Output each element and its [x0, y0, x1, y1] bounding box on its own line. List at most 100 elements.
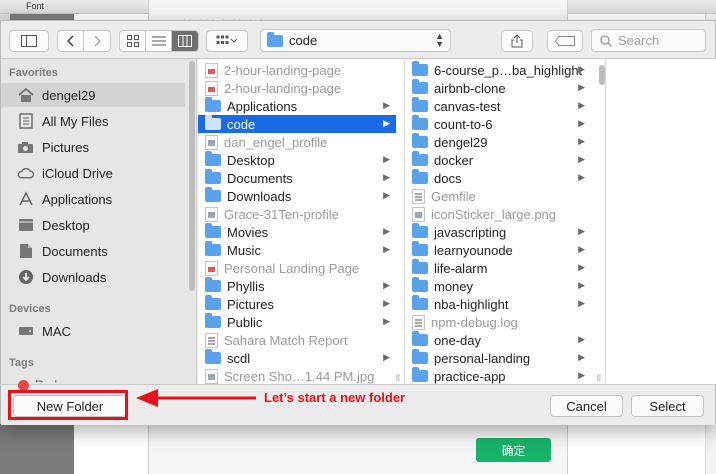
folder-row[interactable]: Movies ▶ [198, 223, 396, 241]
browser-column-empty [606, 59, 716, 384]
disclosure-triangle-icon: ▶ [383, 316, 390, 326]
folder-row[interactable]: Phyllis ▶ [198, 277, 396, 295]
tags-heading: Tags [9, 357, 34, 369]
image-file-icon [412, 206, 425, 222]
select-button[interactable]: Select [631, 395, 704, 417]
column-resize-handle[interactable]: || [597, 373, 601, 382]
share-button[interactable] [501, 30, 533, 52]
folder-icon [205, 277, 221, 292]
folder-row[interactable]: nba-highlight ▶ [405, 295, 591, 313]
sidebar-item-desktop[interactable]: Desktop [1, 213, 185, 237]
file-row[interactable]: Gemfile [405, 187, 591, 205]
file-row[interactable]: iconSticker_large.png [405, 205, 591, 223]
folder-row[interactable]: Music ▶ [198, 241, 396, 259]
disclosure-triangle-icon: ▶ [578, 172, 585, 182]
folder-icon [205, 223, 221, 238]
sidebar-item-icloud-drive[interactable]: iCloud Drive [1, 161, 185, 185]
back-button[interactable] [58, 31, 84, 51]
sidebar-item-label: All My Files [42, 113, 109, 129]
row-label: Desktop [227, 152, 275, 168]
up-down-arrows-icon: ▲ ▼ [435, 31, 444, 49]
folder-row[interactable]: code ▶ [198, 115, 396, 133]
folder-row[interactable]: Desktop ▶ [198, 151, 396, 169]
forward-button[interactable] [84, 31, 110, 51]
column-resize-handle[interactable]: || [396, 373, 400, 382]
folder-row[interactable]: Documents ▶ [198, 169, 396, 187]
sidebar-scrollbar[interactable] [189, 61, 195, 291]
sidebar-item-label: Desktop [42, 217, 90, 233]
folder-row[interactable]: Applications ▶ [198, 97, 396, 115]
sidebar-item-label: MAC [42, 323, 71, 339]
icon-view-button[interactable] [120, 31, 146, 51]
disclosure-triangle-icon: ▶ [383, 154, 390, 164]
row-label: Documents [227, 170, 293, 186]
sidebar-toggle-button[interactable] [9, 30, 49, 52]
row-label: 6-course_p…ba_highlight [434, 62, 583, 78]
folder-row[interactable]: Pictures ▶ [198, 295, 396, 313]
file-row[interactable]: 2-hour-landing-page [198, 79, 396, 97]
cancel-button[interactable]: Cancel [550, 395, 623, 417]
browser-column-home: 2-hour-landing-page 2-hour-landing-page Ap… [198, 59, 405, 384]
sidebar-item-pictures[interactable]: Pictures [1, 135, 185, 159]
folder-row[interactable]: 6-course_p…ba_highlight ▶ [405, 61, 591, 79]
folder-row[interactable]: javascripting ▶ [405, 223, 591, 241]
column-view-button[interactable] [172, 31, 198, 51]
tag-button[interactable] [547, 30, 583, 52]
folder-row[interactable]: learnyounode ▶ [405, 241, 591, 259]
file-row[interactable]: Grace-31Ten-profile [198, 205, 396, 223]
file-row[interactable]: Personal Landing Page [198, 259, 396, 277]
folder-row[interactable]: docker ▶ [405, 151, 591, 169]
folder-row[interactable]: personal-landing ▶ [405, 349, 591, 367]
sidebar-item-downloads[interactable]: Downloads [1, 265, 185, 289]
folder-icon [412, 349, 428, 364]
folder-row[interactable]: Public ▶ [198, 313, 396, 331]
sidebar-item-all-my-files[interactable]: All My Files [1, 109, 185, 133]
back-forward-control [57, 30, 111, 52]
row-label: practice-app [434, 368, 506, 384]
sidebar-item-mac[interactable]: MAC [1, 319, 185, 343]
folder-row[interactable]: count-to-6 ▶ [405, 115, 591, 133]
sidebar-item-home[interactable]: dengel29 [1, 83, 185, 107]
desktop-icon [17, 217, 34, 234]
path-popup[interactable]: code ▲ ▼ [260, 29, 451, 52]
row-label: dengel29 [434, 134, 488, 150]
folder-row[interactable]: money ▶ [405, 277, 591, 295]
confirm-button[interactable]: 确定 [476, 438, 551, 462]
column-scrollbar[interactable] [599, 65, 605, 85]
view-mode-control [119, 30, 199, 52]
folder-icon [412, 241, 428, 256]
disclosure-triangle-icon: ▶ [578, 334, 585, 344]
file-row[interactable]: Screen Sho…1.44 PM.jpg [198, 367, 396, 384]
list-view-button[interactable] [146, 31, 172, 51]
folder-row[interactable]: airbnb-clone ▶ [405, 79, 591, 97]
folder-row[interactable]: life-alarm ▶ [405, 259, 591, 277]
file-row[interactable]: Sahara Match Report [198, 331, 396, 349]
disclosure-triangle-icon: ▶ [383, 226, 390, 236]
arrange-button[interactable] [206, 30, 248, 52]
sidebar-item-applications[interactable]: Applications [1, 187, 185, 211]
sidebar-item-documents[interactable]: Documents [1, 239, 185, 263]
row-label: docs [434, 170, 462, 186]
folder-row[interactable]: dengel29 ▶ [405, 133, 591, 151]
annotation-text: Let’s start a new folder [264, 390, 406, 405]
search-field[interactable]: Search [591, 29, 706, 52]
folder-row[interactable]: docs ▶ [405, 169, 591, 187]
disclosure-triangle-icon: ▶ [383, 244, 390, 254]
folder-icon [412, 295, 428, 310]
folder-icon [205, 151, 221, 166]
folder-row[interactable]: scdl ▶ [198, 349, 396, 367]
row-label: Music [227, 242, 261, 258]
red-tag-dot-icon [18, 379, 29, 391]
folder-row[interactable]: one-day ▶ [405, 331, 591, 349]
folder-row[interactable]: canvas-test ▶ [405, 97, 591, 115]
folder-icon [205, 169, 221, 184]
path-popup-label: code [289, 33, 318, 48]
folder-icon [412, 277, 428, 292]
file-row[interactable]: 2-hour-landing-page [198, 61, 396, 79]
dialog-toolbar: code ▲ ▼ Search [1, 21, 715, 59]
folder-row[interactable]: Downloads ▶ [198, 187, 396, 205]
file-row[interactable]: npm-debug.log [405, 313, 591, 331]
folder-row[interactable]: practice-app ▶ [405, 367, 591, 384]
sidebar-item-label: Pictures [42, 139, 89, 155]
file-row[interactable]: dan_engel_profile [198, 133, 396, 151]
